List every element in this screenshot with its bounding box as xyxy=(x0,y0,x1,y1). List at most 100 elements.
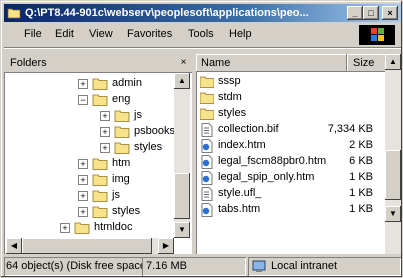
scroll-thumb[interactable] xyxy=(385,150,401,200)
file-name: legal_fscm88pbr0.htm xyxy=(218,155,327,167)
collapse-icon[interactable]: − xyxy=(78,95,88,105)
folder-icon xyxy=(92,158,108,170)
folder-icon xyxy=(92,78,108,90)
file-row[interactable]: tabs.htm 1 KB xyxy=(196,202,386,218)
expand-icon[interactable]: + xyxy=(100,127,110,137)
scroll-down-icon[interactable]: ▼ xyxy=(174,222,190,238)
file-row[interactable]: stdm xyxy=(196,90,386,106)
file-name: stdm xyxy=(218,91,242,103)
expand-icon[interactable]: + xyxy=(60,223,70,233)
expand-icon[interactable]: + xyxy=(100,111,110,121)
menu-help[interactable]: Help xyxy=(229,28,252,40)
files-vertical-scrollbar[interactable]: ▲ ▼ xyxy=(385,54,401,254)
scroll-up-icon[interactable]: ▲ xyxy=(385,54,401,70)
file-name: index.htm xyxy=(218,139,266,151)
folders-pane-title: Folders xyxy=(10,57,47,69)
menu-view[interactable]: View xyxy=(89,28,113,40)
maximize-button[interactable]: □ xyxy=(363,6,379,20)
tree-item-label: js xyxy=(112,189,120,201)
name-column-label: Name xyxy=(201,57,231,69)
html-icon xyxy=(201,171,213,185)
hscroll-thumb[interactable] xyxy=(22,238,152,254)
folder-icon xyxy=(92,174,108,186)
file-size: 1 KB xyxy=(349,187,373,199)
folder-icon xyxy=(92,190,108,202)
file-size: 1 KB xyxy=(349,203,373,215)
folder-icon xyxy=(200,108,214,120)
folder-icon xyxy=(200,92,214,104)
file-size: 6 KB xyxy=(349,155,373,167)
expand-icon[interactable]: + xyxy=(78,191,88,201)
folder-icon xyxy=(114,142,130,154)
menu-edit[interactable]: Edit xyxy=(55,28,74,40)
window-title: Q:\PT8.44-901c\webserv\peoplesoft\applic… xyxy=(25,7,309,19)
file-row[interactable]: legal_fscm88pbr0.htm 6 KB xyxy=(196,154,386,170)
folders-pane-header: Folders × xyxy=(4,54,192,73)
size-column-header[interactable]: Size xyxy=(347,54,386,72)
size-column-label: Size xyxy=(353,57,375,69)
menu-separator xyxy=(4,47,401,49)
html-icon xyxy=(201,139,213,153)
folders-pane: Folders × + admin − eng + js + psbooks + styles + h… xyxy=(4,54,192,254)
folder-icon xyxy=(114,126,130,138)
folder-icon xyxy=(7,8,21,19)
tree-item-label: psbooks xyxy=(134,125,175,137)
minimize-button[interactable]: _ xyxy=(347,6,363,20)
file-name: style.ufl_ xyxy=(218,187,262,199)
html-icon xyxy=(201,203,213,217)
scroll-right-icon[interactable]: ▶ xyxy=(158,238,174,254)
tree-item-label: eng xyxy=(112,93,131,105)
scroll-thumb[interactable] xyxy=(174,173,190,219)
file-icon xyxy=(201,187,213,201)
file-name: collection.bif xyxy=(218,123,279,135)
tree-item-label: styles xyxy=(112,205,141,217)
status-size-text: 7.16 MB xyxy=(146,260,187,272)
folders-vertical-scrollbar[interactable]: ▲ ▼ xyxy=(174,73,190,238)
scroll-down-icon[interactable]: ▼ xyxy=(385,206,401,222)
menu-bar: File Edit View Favorites Tools Help xyxy=(4,24,401,46)
file-row[interactable]: legal_spip_only.htm 1 KB xyxy=(196,170,386,186)
folder-icon xyxy=(114,110,130,122)
expand-icon[interactable]: + xyxy=(78,159,88,169)
status-size: 7.16 MB xyxy=(142,257,246,276)
file-row[interactable]: collection.bif 7,334 KB xyxy=(196,122,386,138)
folder-icon xyxy=(200,76,214,88)
status-zone-text: Local intranet xyxy=(271,260,338,272)
scroll-up-icon[interactable]: ▲ xyxy=(174,73,190,89)
close-button[interactable]: × xyxy=(382,6,398,20)
status-bar: 64 object(s) (Disk free space: 7.7 7.16 … xyxy=(4,257,401,276)
folders-pane-close-icon[interactable]: × xyxy=(178,57,189,68)
tree-item-label: htmldoc xyxy=(94,221,133,233)
scroll-left-icon[interactable]: ◀ xyxy=(6,238,22,254)
html-icon xyxy=(201,155,213,169)
file-size: 2 KB xyxy=(349,139,373,151)
expand-icon[interactable]: + xyxy=(100,143,110,153)
title-bar[interactable]: Q:\PT8.44-901c\webserv\peoplesoft\applic… xyxy=(4,4,401,22)
file-name: tabs.htm xyxy=(218,203,261,215)
intranet-icon xyxy=(252,260,266,272)
file-row[interactable]: index.htm 2 KB xyxy=(196,138,386,154)
file-row[interactable]: styles xyxy=(196,106,386,122)
expand-icon[interactable]: + xyxy=(78,207,88,217)
file-row[interactable]: sssp xyxy=(196,74,386,90)
files-pane: Name Size sssp stdm styles collection.bif 7,… xyxy=(196,54,401,254)
tree-item-label: styles xyxy=(134,141,163,153)
tree-item-label: js xyxy=(134,109,142,121)
expand-icon[interactable]: + xyxy=(78,79,88,89)
tree-item-label: img xyxy=(112,173,130,185)
tree-item-label: admin xyxy=(112,77,142,89)
status-zone: Local intranet xyxy=(248,257,401,276)
menu-tools[interactable]: Tools xyxy=(188,28,214,40)
windows-logo-icon xyxy=(359,25,395,45)
folders-horizontal-scrollbar[interactable]: ◀ ▶ xyxy=(6,238,174,254)
menu-file[interactable]: File xyxy=(24,28,42,40)
folder-icon xyxy=(74,222,90,234)
file-size: 7,334 KB xyxy=(327,123,373,135)
file-name: sssp xyxy=(218,75,241,87)
menu-favorites[interactable]: Favorites xyxy=(127,28,172,40)
file-icon xyxy=(201,123,213,137)
expand-icon[interactable]: + xyxy=(78,175,88,185)
name-column-header[interactable]: Name xyxy=(196,54,347,72)
folder-icon xyxy=(92,206,108,218)
file-row[interactable]: style.ufl_ 1 KB xyxy=(196,186,386,202)
